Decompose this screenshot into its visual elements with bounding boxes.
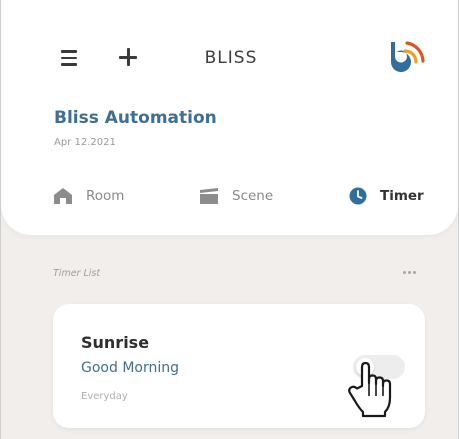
tab-timer-label: Timer (380, 188, 424, 204)
tab-scene[interactable]: Scene (199, 184, 273, 208)
app-screen: BLISS Bliss Automation Apr 12.2021 Room … (0, 0, 459, 439)
home-name: Bliss Automation (54, 108, 217, 128)
tab-timer[interactable]: Timer (349, 184, 424, 208)
hand-pointer-icon (347, 360, 393, 418)
timer-repeat: Everyday (81, 391, 128, 402)
tab-room[interactable]: Room (53, 184, 124, 208)
hamburger-menu-icon[interactable] (61, 50, 77, 66)
clock-icon (349, 187, 367, 205)
scene-icon (200, 188, 218, 204)
header-card: BLISS Bliss Automation Apr 12.2021 Room … (1, 0, 458, 235)
tab-room-label: Room (86, 188, 125, 204)
timer-name: Sunrise (81, 333, 150, 352)
tab-scene-label: Scene (232, 188, 274, 204)
add-plus-icon[interactable] (117, 46, 139, 68)
more-options-icon[interactable] (403, 270, 417, 276)
home-date: Apr 12.2021 (54, 137, 116, 148)
bliss-logo-icon (385, 38, 425, 74)
app-title: BLISS (204, 48, 258, 68)
house-icon (54, 188, 72, 204)
timer-subtitle: Good Morning (81, 360, 179, 376)
timer-list-heading: Timer List (53, 268, 101, 279)
